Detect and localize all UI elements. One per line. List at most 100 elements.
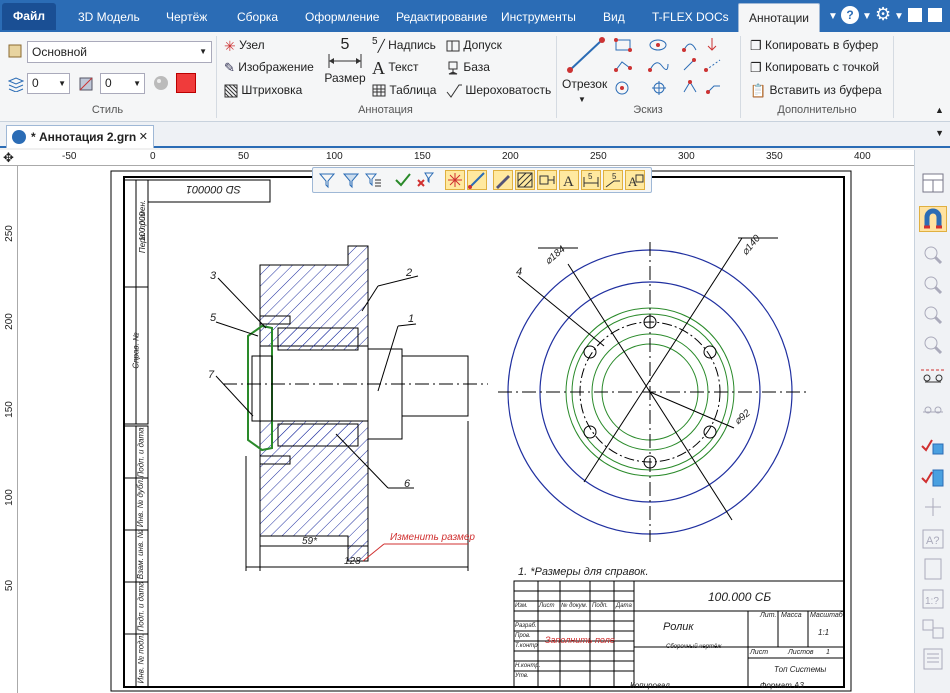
ruler-label: 200 [3, 313, 15, 330]
style-icon [8, 44, 22, 58]
group-label-annotation: Аннотация [358, 104, 413, 116]
measure-icon[interactable] [919, 364, 947, 390]
number-help-icon[interactable]: 1:? [919, 586, 947, 612]
ruler-label: -50 [62, 151, 77, 162]
node-button[interactable]: ✳ Узел [224, 35, 265, 55]
restore-icon[interactable] [928, 8, 942, 22]
base-button[interactable]: База [446, 57, 490, 77]
help-icon[interactable]: ? [841, 6, 859, 24]
filter-settings-icon[interactable] [363, 170, 383, 190]
group-separator [556, 36, 557, 118]
style-preset-value: Основной [32, 45, 88, 59]
tab-design[interactable]: Оформление [305, 6, 379, 28]
sheet-list-icon[interactable] [919, 646, 947, 672]
title-block-label: Лит. [760, 612, 777, 619]
text-label: Текст [388, 60, 419, 74]
callout-label: 4 [516, 266, 523, 278]
gear-icon[interactable]: ⚙ [875, 3, 891, 25]
node-filter-icon[interactable] [445, 170, 465, 190]
dimension-value: 5 [340, 36, 350, 53]
check-cube-icon[interactable] [919, 434, 947, 460]
copy-button[interactable]: ❐ Копировать в буфер [750, 35, 878, 55]
filter-clear-icon[interactable] [415, 170, 435, 190]
drawing-sheet[interactable] [18, 166, 914, 693]
filter-list-icon[interactable] [341, 170, 361, 190]
palette-icon[interactable] [152, 74, 170, 92]
pen-icon: ✎ [224, 59, 235, 75]
ruler-label: 100 [3, 489, 15, 506]
level-field[interactable]: 0 ▼ [100, 73, 145, 94]
table-button[interactable]: Таблица [372, 80, 436, 100]
hatch-label: Штриховка [241, 83, 303, 97]
ribbon-panel: Основной ▼ 0 ▼ 0 ▼ Стиль ✳ Узел ✎ Изображе… [0, 32, 950, 122]
tolerance-icon [446, 40, 460, 52]
tab-assembly[interactable]: Сборка [237, 6, 278, 28]
check-cubes-icon[interactable] [919, 464, 947, 490]
text-help-icon[interactable]: A? [919, 526, 947, 552]
front-view[interactable] [498, 237, 808, 542]
align-icon[interactable] [919, 494, 947, 520]
sketch-tools-grid[interactable] [612, 36, 732, 100]
line-filter-icon[interactable] [467, 170, 487, 190]
image-button[interactable]: ✎ Изображение [224, 57, 314, 77]
copy-point-button[interactable]: ❐ Копировать с точкой [750, 57, 879, 77]
group-label-sketch: Эскиз [633, 104, 663, 116]
color-swatch[interactable] [176, 73, 196, 93]
vertical-ruler[interactable]: 250 200 150 100 50 [0, 166, 18, 693]
svg-text:5: 5 [612, 172, 617, 181]
tab-edit[interactable]: Редактирование [396, 6, 487, 28]
title-block-label: Изм. [515, 603, 528, 609]
tab-3d-model[interactable]: 3D Модель [78, 6, 140, 28]
minimize-icon[interactable] [908, 8, 922, 22]
layer-field[interactable]: 0 ▼ [27, 73, 70, 94]
tab-view[interactable]: Вид [603, 6, 625, 28]
roughness-button[interactable]: Шероховатость [446, 80, 551, 100]
tab-file[interactable]: Файл [2, 3, 56, 30]
size-filter-icon[interactable]: 5 [581, 170, 601, 190]
group-separator [216, 36, 217, 118]
stamp-field-label: Инв. № дубл. [136, 477, 146, 528]
text-button[interactable]: A Текст [372, 57, 419, 78]
document-tab[interactable]: * Аннотация 2.grn ✕ [6, 125, 154, 148]
glasses-icon[interactable] [919, 396, 947, 422]
tab-annotations[interactable]: Аннотации [738, 3, 820, 32]
dimension-filter-icon[interactable] [537, 170, 557, 190]
inscription-button[interactable]: 5╱ Надпись [372, 35, 436, 55]
paste-button[interactable]: 📋 Вставить из буфера [750, 80, 882, 100]
panel-layout-icon[interactable] [919, 170, 947, 196]
section-view[interactable] [215, 245, 488, 571]
collapse-ribbon-icon[interactable]: ▲ [935, 100, 944, 120]
pen-filter-icon[interactable] [493, 170, 513, 190]
tolerance-filter-icon[interactable]: A [625, 170, 645, 190]
style-preset-select[interactable]: Основной ▼ [27, 41, 212, 63]
text-filter-icon[interactable]: A [559, 170, 579, 190]
inscription-filter-icon[interactable]: 5 [603, 170, 623, 190]
tab-tools[interactable]: Инструменты [501, 6, 576, 28]
drawing-canvas[interactable]: SD 000001 Перв. примен. 100.000 Справ. №… [18, 166, 914, 693]
filter-apply-icon[interactable] [393, 170, 413, 190]
zoom-icon[interactable] [919, 242, 947, 268]
replace-icon[interactable] [919, 616, 947, 642]
magnet-icon[interactable] [919, 206, 947, 232]
zoom-previous-icon[interactable] [919, 332, 947, 358]
format-label: Формат А3 [760, 681, 804, 690]
horizontal-ruler[interactable]: ✥ -50 0 50 100 150 200 250 300 350 400 [0, 150, 918, 166]
tolerance-label: Допуск [463, 38, 502, 52]
zoom-fit-icon[interactable] [919, 302, 947, 328]
hatch-filter-icon[interactable] [515, 170, 535, 190]
dimension-button[interactable]: 5 Размер [322, 36, 368, 96]
chevron-down-icon[interactable]: ▼ [894, 6, 904, 28]
close-icon[interactable]: ✕ [139, 126, 148, 148]
filter-icon[interactable] [317, 170, 337, 190]
crosshair-icon[interactable]: ✥ [3, 150, 14, 166]
paste-icon: 📋 [750, 82, 767, 98]
chevron-down-icon[interactable]: ▼ [862, 6, 872, 28]
tab-list-chevron-icon[interactable]: ▼ [935, 128, 944, 138]
tab-tflex-docs[interactable]: T-FLEX DOCs [652, 6, 729, 28]
document-icon[interactable] [919, 556, 947, 582]
hatch-button[interactable]: Штриховка [224, 80, 302, 100]
tab-drawing[interactable]: Чертёж [166, 6, 207, 28]
tolerance-button[interactable]: Допуск [446, 35, 502, 55]
zoom-window-icon[interactable] [919, 272, 947, 298]
chevron-down-icon[interactable]: ▼ [828, 6, 838, 28]
